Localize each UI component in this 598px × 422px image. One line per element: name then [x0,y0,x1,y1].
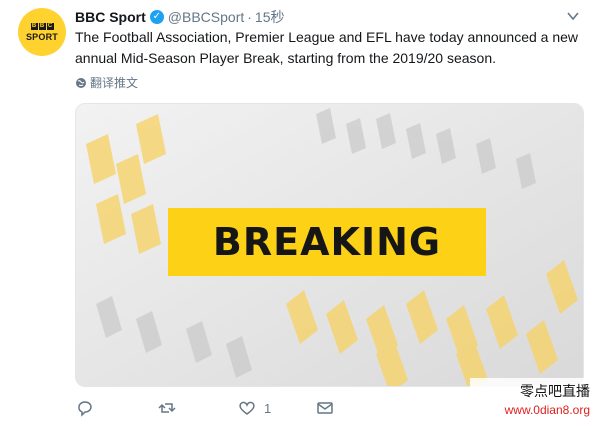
breaking-headline: BREAKING [212,220,442,264]
tweet-text: The Football Association, Premier League… [75,29,579,66]
watermark: 零点吧直播 www.0dian8.org [470,378,598,422]
breaking-banner: BREAKING [168,208,486,276]
author-handle[interactable]: @BBCSport [168,9,244,25]
like-button[interactable]: 1 [238,399,271,417]
avatar[interactable]: B B C SPORT [18,8,66,56]
like-count: 1 [264,400,272,416]
bbc-block: B [38,22,46,30]
tweet-header: BBC Sport ✓ @BBCSport · 15秒 [75,7,285,27]
tweet-card[interactable]: B B C SPORT BBC Sport ✓ @BBCSport · 15秒 … [0,0,598,422]
tweet-timestamp[interactable]: 15秒 [255,7,285,27]
separator-dot: · [247,9,252,25]
bbc-block: C [46,22,54,30]
chevron-down-icon[interactable] [567,10,579,22]
retweet-button[interactable] [158,399,176,417]
watermark-url: www.0dian8.org [504,403,590,417]
translate-label: 翻译推文 [90,76,139,90]
bbc-logo: B B C [30,22,54,30]
heart-icon [239,401,255,415]
direct-message-button[interactable] [316,399,334,417]
reply-icon [78,401,92,417]
bbc-block: B [30,22,38,30]
avatar-sport-word: SPORT [25,31,58,42]
author-name[interactable]: BBC Sport [75,9,146,25]
retweet-icon [158,403,176,413]
reply-button[interactable] [76,399,94,417]
envelope-icon [317,402,333,414]
watermark-title: 零点吧直播 [520,384,590,400]
globe-icon [76,77,86,88]
verified-badge-icon: ✓ [149,10,164,24]
translate-tweet-link[interactable]: 翻译推文 [75,74,138,91]
media-image[interactable]: BREAKING [75,103,584,387]
